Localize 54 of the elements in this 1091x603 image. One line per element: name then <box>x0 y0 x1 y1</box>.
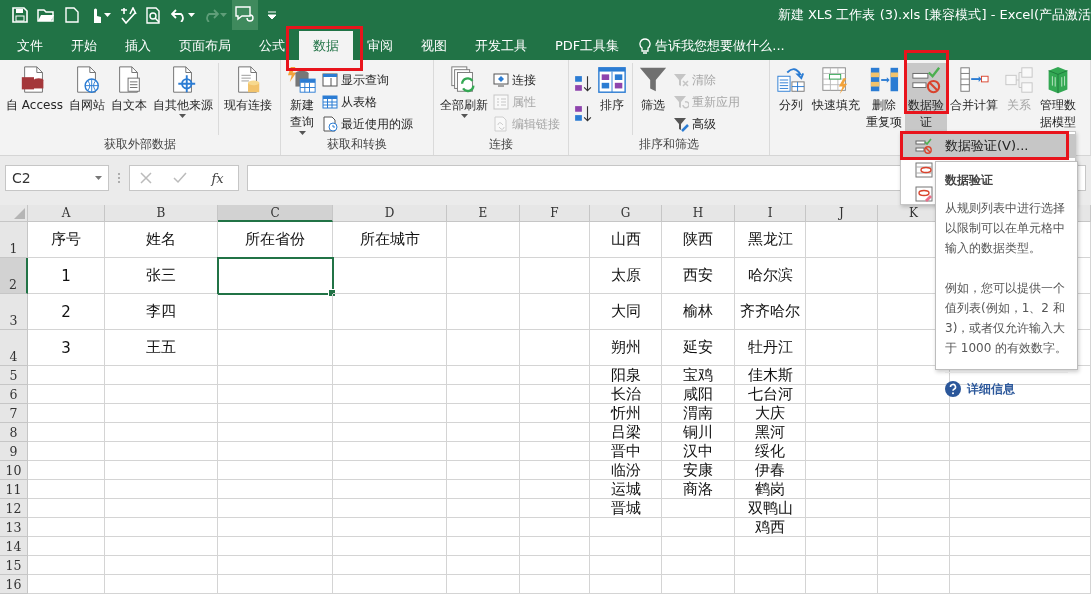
tooltip-title: 数据验证 <box>945 172 994 189</box>
group-label: 排序和筛选 <box>638 136 700 153</box>
table-cell: 商洛 <box>662 480 735 499</box>
table-cell: 姓名 <box>105 222 218 258</box>
table-cell: 铜川 <box>662 423 735 442</box>
table-cell: 咸阳 <box>662 385 735 404</box>
table-cell: 七台河 <box>735 385 806 404</box>
table-cell: 晋中 <box>590 442 662 461</box>
window-title: 新建 XLS 工作表 (3).xls [兼容模式] - Excel(产品激活 <box>777 6 1091 24</box>
table-cell: 2 <box>28 294 105 330</box>
table-cell: 王五 <box>105 330 218 366</box>
table-cell: 鸡西 <box>735 518 806 537</box>
table-cell: 所在省份 <box>218 222 333 258</box>
table-cell: 安康 <box>662 461 735 480</box>
table-cell: 张三 <box>105 258 218 294</box>
group-label: 连接 <box>488 136 514 153</box>
table-cell: 渭南 <box>662 404 735 423</box>
table-cell: 朔州 <box>590 330 662 366</box>
table-cell: 牡丹江 <box>735 330 806 366</box>
table-cell: 阳泉 <box>590 366 662 385</box>
table-cell: 大庆 <box>735 404 806 423</box>
table-cell: 汉中 <box>662 442 735 461</box>
table-cell: 山西 <box>590 222 662 258</box>
table-cell: 榆林 <box>662 294 735 330</box>
table-cell: 黑龙江 <box>735 222 806 258</box>
table-cell: 运城 <box>590 480 662 499</box>
table-cell: 陕西 <box>662 222 735 258</box>
table-cell: 双鸭山 <box>735 499 806 518</box>
table-cell: 西安 <box>662 258 735 294</box>
table-cell: 所在城市 <box>333 222 447 258</box>
table-cell: 临汾 <box>590 461 662 480</box>
table-cell: 序号 <box>28 222 105 258</box>
table-cell: 3 <box>28 330 105 366</box>
table-cell: 伊春 <box>735 461 806 480</box>
table-cell: 忻州 <box>590 404 662 423</box>
table-cell: 李四 <box>105 294 218 330</box>
table-cell: 晋城 <box>590 499 662 518</box>
table-cell: 齐齐哈尔 <box>735 294 806 330</box>
table-cell: 佳木斯 <box>735 366 806 385</box>
cell-reference: C2 <box>12 170 31 186</box>
tooltip-text: 例如，您可以提供一个值列表(例如，1、2 和 3)，或者仅允许输入大于 1000 的有效数字。 <box>945 280 1068 357</box>
table-cell: 哈尔滨 <box>735 258 806 294</box>
table-cell: 绥化 <box>735 442 806 461</box>
table-cell: 延安 <box>662 330 735 366</box>
table-cell: 黑河 <box>735 423 806 442</box>
table-cell: 大同 <box>590 294 662 330</box>
table-cell: 鹤岗 <box>735 480 806 499</box>
group-label: 获取和转换 <box>326 136 388 153</box>
table-cell: 1 <box>28 258 105 294</box>
table-cell: 太原 <box>590 258 662 294</box>
table-cell: 吕梁 <box>590 423 662 442</box>
table-cell: 宝鸡 <box>662 366 735 385</box>
group-label: 获取外部数据 <box>103 136 177 153</box>
table-cell: 长治 <box>590 385 662 404</box>
